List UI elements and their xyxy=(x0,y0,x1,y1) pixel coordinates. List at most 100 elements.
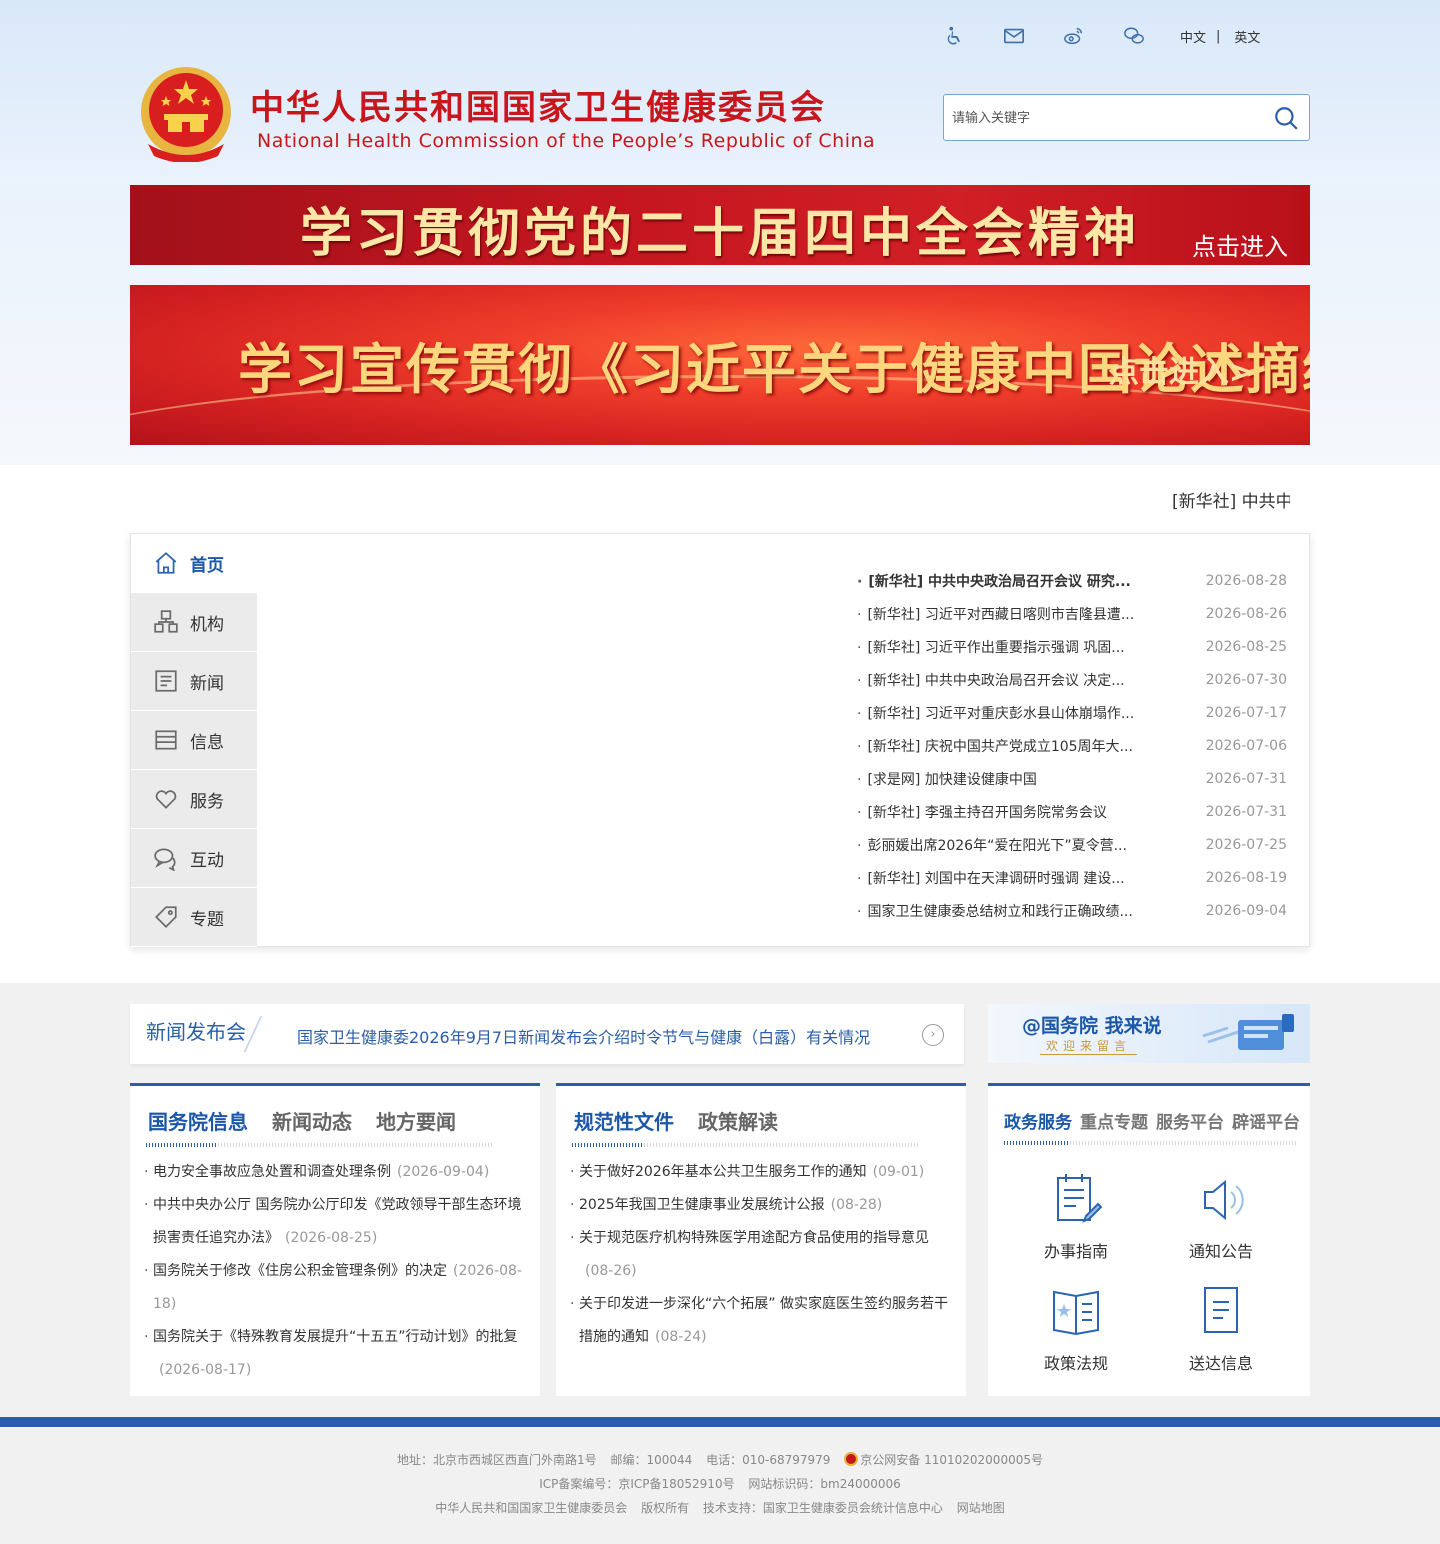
news-title[interactable]: [新华社] 习近平作出重要指示强调 巩固... xyxy=(857,637,1157,657)
footer-org: 中华人民共和国国家卫生健康委员会 xyxy=(435,1501,628,1515)
news-row[interactable]: [新华社] 中共中央政治局召开会议 研究... 2026-08-28 xyxy=(857,564,1287,597)
list-item-date: (08-24) xyxy=(655,1329,707,1345)
news-row[interactable]: [新华社] 庆祝中国共产党成立105周年大... 2026-07-06 xyxy=(857,729,1287,762)
news-title[interactable]: [新华社] 习近平对西藏日喀则市吉隆县遭... xyxy=(857,604,1157,624)
service-guide[interactable]: 办事指南 xyxy=(1026,1172,1126,1262)
list-item-date: (2026-09-04) xyxy=(397,1164,490,1180)
footer-police-record[interactable]: 京公网安备 11010202000005号 xyxy=(844,1452,1043,1467)
news-title[interactable]: [新华社] 李强主持召开国务院常务会议 xyxy=(857,802,1157,822)
card1-tabs: 国务院信息 新闻动态 地方要闻 xyxy=(148,1106,480,1135)
banner-fourth-plenum[interactable]: 学习贯彻党的二十届四中全会精神 点击进入 xyxy=(130,185,1310,265)
list-item[interactable]: 关于印发进一步深化“六个拓展” 做实家庭医生签约服务若干措施的通知(08-24) xyxy=(570,1288,950,1354)
nav-item-org[interactable]: 机构 xyxy=(131,593,257,652)
news-row[interactable]: [新华社] 李强主持召开国务院常务会议 2026-07-31 xyxy=(857,795,1287,828)
news-row[interactable]: [新华社] 习近平对西藏日喀则市吉隆县遭... 2026-08-26 xyxy=(857,597,1287,630)
info-icon xyxy=(153,727,179,753)
nav-item-news[interactable]: 新闻 xyxy=(131,652,257,711)
site-title-cn[interactable]: 中华人民共和国国家卫生健康委员会 xyxy=(250,80,826,129)
lang-cn-link[interactable]: 中文 xyxy=(1180,27,1206,46)
main-section: [新华社] 中共中 首页机构新闻信息服务互动专题 [新华社] 中共中央政治局召开… xyxy=(0,465,1440,983)
news-title[interactable]: 国家卫生健康委总结树立和践行正确政绩... xyxy=(857,901,1157,921)
document-icon xyxy=(1204,1287,1238,1333)
banner1-enter-link[interactable]: 点击进入 xyxy=(1192,227,1288,262)
nav-item-label: 信息 xyxy=(190,732,224,753)
banner2-enter-link[interactable]: 点击进入> xyxy=(1109,347,1254,391)
news-title[interactable]: [新华社] 中共中央政治局召开会议 决定... xyxy=(857,670,1157,690)
message-illustration-icon xyxy=(1202,1014,1294,1050)
news-date: 2026-07-06 xyxy=(1205,737,1287,754)
card2-tab[interactable]: 规范性文件 xyxy=(574,1106,674,1135)
gwy-title: @国务院 我来说 xyxy=(1022,1015,1162,1037)
chevron-right-icon[interactable]: › xyxy=(922,1024,944,1046)
footer-postcode: 邮编：100044 xyxy=(610,1453,693,1467)
press-label[interactable]: 新闻发布会 xyxy=(146,1016,246,1045)
news-ticker[interactable]: [新华社] 中共中 xyxy=(1172,487,1290,512)
search-input[interactable] xyxy=(952,103,1252,133)
weibo-icon[interactable] xyxy=(1060,22,1088,50)
card1-tab[interactable]: 新闻动态 xyxy=(272,1106,352,1135)
list-item[interactable]: 国务院关于《特殊教育发展提升“十五五”行动计划》的批复 (2026-08-17) xyxy=(144,1321,524,1387)
card1-tab[interactable]: 地方要闻 xyxy=(376,1106,456,1135)
list-item[interactable]: 关于规范医疗机构特殊医学用途配方食品使用的指导意见 (08-26) xyxy=(570,1222,950,1288)
guide-icon xyxy=(1057,1174,1103,1223)
news-title[interactable]: [新华社] 习近平对重庆彭水县山体崩塌作... xyxy=(857,703,1157,723)
news-title[interactable]: [新华社] 刘国中在天津调研时强调 建设... xyxy=(857,868,1157,888)
list-item[interactable]: 中共中央办公厅 国务院办公厅印发《党政领导干部生态环境损害责任追究办法》(202… xyxy=(144,1189,524,1255)
news-row[interactable]: [新华社] 刘国中在天津调研时强调 建设... 2026-08-19 xyxy=(857,861,1287,894)
nav-item-heart[interactable]: 服务 xyxy=(131,770,257,829)
top-toolbar: 中文 | 英文 xyxy=(940,22,1280,50)
speaker-icon xyxy=(1204,1179,1244,1221)
card3-tab[interactable]: 服务平台 xyxy=(1156,1108,1224,1133)
news-date: 2026-07-17 xyxy=(1205,704,1287,721)
news-title[interactable]: [新华社] 中共中央政治局召开会议 研究... xyxy=(857,571,1157,591)
main-panel: 首页机构新闻信息服务互动专题 [新华社] 中共中央政治局召开会议 研究... 20… xyxy=(130,533,1310,947)
news-row[interactable]: 国家卫生健康委总结树立和践行正确政绩... 2026-09-04 xyxy=(857,894,1287,927)
press-divider xyxy=(243,1016,263,1052)
service-law[interactable]: 政策法规 xyxy=(1026,1284,1126,1374)
lang-en-link[interactable]: 英文 xyxy=(1234,27,1260,46)
service-notice[interactable]: 通知公告 xyxy=(1171,1172,1271,1262)
national-emblem-icon xyxy=(141,67,231,162)
news-title[interactable]: [求是网] 加快建设健康中国 xyxy=(857,769,1157,789)
nav-item-chat[interactable]: 互动 xyxy=(131,829,257,888)
nav-item-label: 专题 xyxy=(190,909,224,930)
service-notice-label: 通知公告 xyxy=(1188,1242,1253,1261)
nav-item-info[interactable]: 信息 xyxy=(131,711,257,770)
footer-icp[interactable]: ICP备案编号：京ICP备18052910号 xyxy=(539,1477,734,1491)
news-title[interactable]: [新华社] 庆祝中国共产党成立105周年大... xyxy=(857,736,1157,756)
footer-sitemap-link[interactable]: 网站地图 xyxy=(957,1501,1005,1515)
nav-item-home[interactable]: 首页 xyxy=(131,534,257,593)
law-book-icon xyxy=(1053,1290,1099,1336)
banner-healthy-china[interactable]: 学习宣传贯彻《习近平关于健康中国论述摘编》 点击进入> xyxy=(130,285,1310,445)
list-item[interactable]: 关于做好2026年基本公共卫生服务工作的通知 (09-01) xyxy=(570,1156,950,1189)
site-title-en: National Health Commission of the People… xyxy=(257,130,876,152)
footer-line-contact: 地址：北京市西城区西直门外南路1号 邮编：100044 电话：010-68797… xyxy=(0,1427,1440,1472)
search-icon[interactable] xyxy=(1273,105,1299,131)
state-council-feedback-banner[interactable]: @国务院 我来说 欢迎来留言 xyxy=(988,1004,1310,1063)
news-title[interactable]: 彭丽媛出席2026年“爱在阳光下”夏令营... xyxy=(857,835,1157,855)
nav-item-tag[interactable]: 专题 xyxy=(131,888,257,947)
card3-tab[interactable]: 重点专题 xyxy=(1080,1108,1148,1133)
news-date: 2026-09-04 xyxy=(1205,902,1287,919)
news-row[interactable]: [求是网] 加快建设健康中国 2026-07-31 xyxy=(857,762,1287,795)
service-guide-label: 办事指南 xyxy=(1043,1242,1108,1261)
mail-icon[interactable] xyxy=(1000,22,1028,50)
list-item[interactable]: 电力安全事故应急处置和调查处理条例 (2026-09-04) xyxy=(144,1156,524,1189)
accessibility-icon[interactable] xyxy=(940,22,968,50)
card2-tab[interactable]: 政策解读 xyxy=(698,1106,778,1135)
service-delivery[interactable]: 送达信息 xyxy=(1171,1284,1271,1374)
press-link[interactable]: 国家卫生健康委2026年9月7日新闻发布会介绍时令节气与健康（白露）有关情况 xyxy=(297,1024,870,1048)
list-item[interactable]: 国务院关于修改《住房公积金管理条例》的决定(2026-08-18) xyxy=(144,1255,524,1321)
wechat-icon[interactable] xyxy=(1120,22,1148,50)
card3-tab[interactable]: 政务服务 xyxy=(1004,1108,1072,1133)
card1-tab[interactable]: 国务院信息 xyxy=(148,1106,248,1135)
news-row[interactable]: 彭丽媛出席2026年“爱在阳光下”夏令营... 2026-07-25 xyxy=(857,828,1287,861)
news-row[interactable]: [新华社] 习近平对重庆彭水县山体崩塌作... 2026-07-17 xyxy=(857,696,1287,729)
news-row[interactable]: [新华社] 中共中央政治局召开会议 决定... 2026-07-30 xyxy=(857,663,1287,696)
news-row[interactable]: [新华社] 习近平作出重要指示强调 巩固... 2026-08-25 xyxy=(857,630,1287,663)
home-icon xyxy=(153,550,179,576)
news-date: 2026-08-25 xyxy=(1205,638,1287,655)
gwy-subtitle: 欢迎来留言 xyxy=(1040,1037,1138,1055)
card3-tab[interactable]: 辟谣平台 xyxy=(1232,1108,1300,1133)
list-item[interactable]: 2025年我国卫生健康事业发展统计公报 (08-28) xyxy=(570,1189,950,1222)
